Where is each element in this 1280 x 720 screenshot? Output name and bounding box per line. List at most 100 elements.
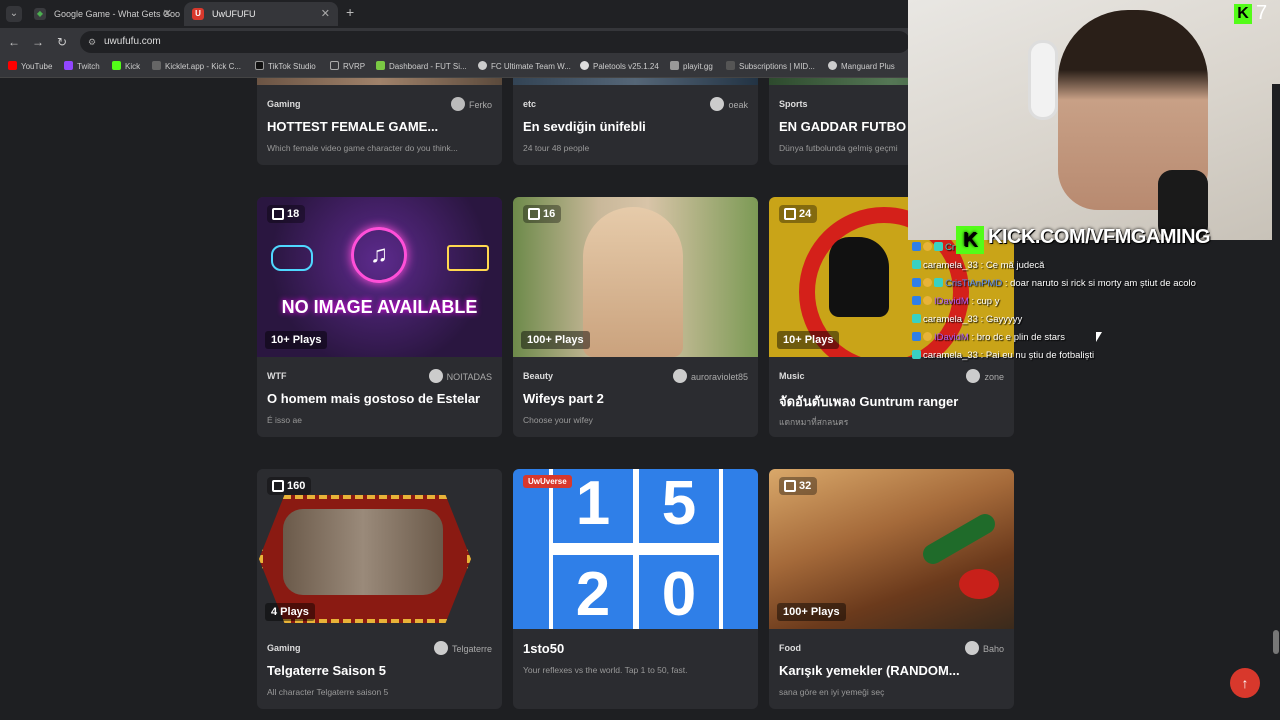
card-thumbnail (257, 78, 502, 85)
card-author[interactable]: NOITADAS (428, 369, 492, 383)
address-bar[interactable]: ⚙ uwufufu.com (80, 31, 910, 53)
author-name: oeak (728, 100, 748, 110)
bookmark-label: Twitch (77, 62, 100, 71)
bookmark-rvrp[interactable]: RVRP (330, 61, 365, 71)
round-count-badge: 16 (523, 205, 562, 223)
chat-text: : cup y (971, 296, 1000, 307)
game-card[interactable]: ♫ NO IMAGE AVAILABLE 18 10+ Plays WTF NO… (257, 197, 502, 437)
digit-tile: 2 (553, 555, 633, 629)
playit-icon (670, 61, 679, 70)
tiktok-icon (255, 61, 264, 70)
round-count-badge: 160 (267, 477, 312, 495)
chat-message: CrisTiAnPMD : doar naruto si rick si mor… (912, 278, 1196, 289)
chat-user: IDavidM (934, 332, 969, 343)
card-title: HOTTEST FEMALE GAME... (267, 119, 439, 134)
site-info-icon[interactable]: ⚙ (88, 31, 96, 53)
card-category: Food (779, 643, 801, 653)
bookmark-manguard[interactable]: Manguard Plus (828, 61, 895, 71)
bookmark-label: YouTube (21, 62, 53, 71)
card-author[interactable]: Baho (964, 641, 1004, 655)
author-name: Baho (982, 644, 1004, 654)
no-image-label: NO IMAGE AVAILABLE (281, 297, 478, 317)
bookmark-paletools[interactable]: Paletools v25.1.24 (580, 61, 659, 71)
bookmark-subscriptions[interactable]: Subscriptions | MID... (726, 61, 815, 71)
headphones (1028, 40, 1058, 120)
bookmark-tiktok[interactable]: TikTok Studio (255, 61, 316, 71)
game-card[interactable]: Gaming Ferko HOTTEST FEMALE GAME... Whic… (257, 78, 502, 165)
card-author[interactable]: zone (966, 369, 1004, 383)
game-card[interactable]: 160 4 Plays Gaming Telgaterre Telgaterre… (257, 469, 502, 709)
scrollbar-thumb[interactable] (1273, 630, 1279, 654)
tab-uwufufu[interactable]: U UwUFUFU ✕ (184, 2, 338, 26)
card-category: etc (523, 99, 537, 109)
card-author[interactable]: oeak (710, 97, 748, 111)
youtube-icon (8, 61, 17, 70)
tab-search-icon[interactable]: ⌄ (6, 6, 22, 22)
bookmark-twitch[interactable]: Twitch (64, 61, 100, 71)
close-tab-icon[interactable]: ✕ (163, 2, 172, 26)
arrow-up-icon: ↑ (1241, 675, 1249, 691)
close-tab-icon[interactable]: ✕ (321, 2, 330, 26)
mouse-cursor (1096, 332, 1102, 342)
cassette-icon (447, 245, 489, 271)
tab-google-game[interactable]: ◆ Google Game - What Gets Goo... ✕ (26, 2, 180, 26)
cards-stack-icon (784, 480, 796, 492)
card-thumbnail: 1 5 2 0 (513, 469, 758, 629)
bookmark-fc-ultimate[interactable]: FC Ultimate Team W... (478, 61, 571, 71)
bookmark-playit[interactable]: playit.gg (670, 61, 713, 71)
kick-logo-icon: K (1234, 4, 1252, 24)
chat-message: IDavidM : bro dc e plin de stars (912, 332, 1065, 343)
badge-icon (912, 332, 921, 341)
card-title: O homem mais gostoso de Estelar (267, 391, 481, 406)
card-title: Wifeys part 2 (523, 391, 604, 406)
bookmark-fut-dashboard[interactable]: Dashboard - FUT Si... (376, 61, 467, 71)
chat-user: caramela_33 (923, 260, 978, 271)
bookmark-label: playit.gg (683, 62, 713, 71)
card-title: จัดอันดับเพลง Guntrum ranger (779, 394, 959, 409)
card-description: Choose your wifey (523, 415, 593, 425)
round-count-badge: 18 (267, 205, 306, 223)
uwufufu-favicon-icon: U (192, 8, 204, 20)
ea-icon (478, 61, 487, 70)
new-tab-button[interactable]: + (346, 4, 354, 20)
bookmark-label: Manguard Plus (841, 62, 895, 71)
page-scrollbar[interactable] (1272, 84, 1280, 720)
round-count: 18 (287, 208, 300, 220)
viewer-count: 7 (1256, 2, 1268, 24)
bookmark-youtube[interactable]: YouTube (8, 61, 52, 71)
tab-title: UwUFUFU (212, 9, 256, 19)
back-arrow-icon[interactable]: ← (6, 34, 22, 50)
card-category: WTF (267, 371, 287, 381)
badge-icon (923, 332, 932, 341)
portrait-figure (583, 207, 683, 357)
game-card[interactable]: 32 100+ Plays Food Baho Karışık yemekler… (769, 469, 1014, 709)
channel-url: KICK.COM/VFMGAMING (988, 226, 1211, 248)
bookmark-kicklet[interactable]: Kicklet.app - Kick C... (152, 61, 241, 71)
bookmark-kick[interactable]: Kick (112, 61, 140, 71)
reload-icon[interactable]: ↻ (54, 34, 70, 50)
game-card[interactable]: 1 5 2 0 UwUverse 1sto50 Your reflexes vs… (513, 469, 758, 709)
card-author[interactable]: Ferko (450, 97, 492, 111)
card-description: Which female video game character do you… (267, 143, 458, 153)
card-author[interactable]: auroraviolet85 (672, 369, 748, 383)
round-count: 16 (543, 208, 556, 220)
scroll-to-top-button[interactable]: ↑ (1230, 668, 1260, 698)
chat-message: caramela_33 : Pai eu nu știu de fotbaliș… (912, 350, 1094, 361)
game-card[interactable]: 16 100+ Plays Beauty auroraviolet85 Wife… (513, 197, 758, 437)
plays-badge: 100+ Plays (521, 331, 590, 349)
digit-tile: 5 (639, 469, 719, 543)
card-category: Music (779, 371, 805, 381)
badge-icon (912, 260, 921, 269)
cards-stack-icon (528, 208, 540, 220)
game-card[interactable]: etc oeak En sevdiğin ünifebli 24 tour 48… (513, 78, 758, 165)
chat-text: : doar naruto si rick si morty am știut … (1004, 278, 1196, 289)
forward-arrow-icon[interactable]: → (30, 34, 46, 50)
avatar (710, 97, 725, 111)
card-author[interactable]: Telgaterre (433, 641, 492, 655)
card-description: Your reflexes vs the world. Tap 1 to 50,… (523, 665, 688, 675)
badge-icon (923, 296, 932, 305)
subscriptions-icon (726, 61, 735, 70)
chat-text: : Pai eu nu știu de fotbaliști (980, 350, 1095, 361)
badge-icon (912, 242, 921, 251)
tomato (959, 569, 999, 599)
